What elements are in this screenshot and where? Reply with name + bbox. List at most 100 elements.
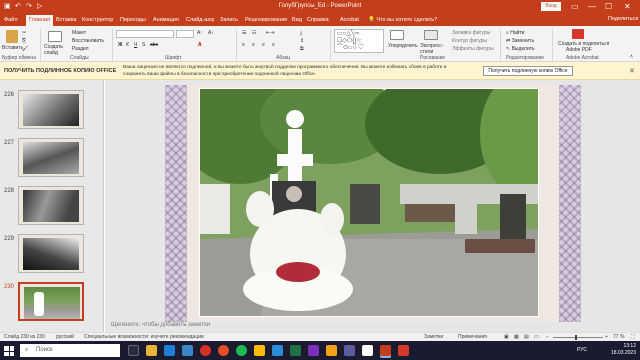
taskbar-search-input[interactable]: ⌕ Поиск — [20, 344, 120, 357]
reset-button[interactable]: Восстановить — [72, 38, 104, 44]
strikethrough-icon[interactable]: abc — [150, 42, 158, 48]
copy-icon[interactable]: ⎘ — [22, 38, 26, 44]
tab-transitions[interactable]: Переходы — [120, 16, 146, 25]
word-icon[interactable] — [272, 345, 283, 356]
font-name-combobox[interactable] — [116, 30, 174, 38]
find-button[interactable]: ⌕ Найти — [506, 30, 524, 36]
cut-icon[interactable]: ✂ — [22, 30, 26, 36]
font-size-combobox[interactable] — [176, 30, 194, 38]
tab-file[interactable]: Файл — [4, 16, 18, 25]
clock[interactable]: 13:12 18.03.2023 — [611, 343, 636, 357]
shape-outline-button[interactable]: Контур фигуры — [452, 38, 487, 44]
quick-styles-button[interactable]: Экспресс-стили — [420, 43, 448, 55]
notes-toggle[interactable]: Заметки — [424, 334, 443, 340]
section-button[interactable]: Раздел — [72, 46, 89, 52]
slide-thumbnail[interactable] — [18, 90, 84, 129]
powerpoint-icon[interactable] — [380, 345, 391, 356]
sign-in-button[interactable]: Вход — [541, 2, 561, 11]
shapes-gallery[interactable]: ▭○△╲⇨ ☐◇⬠{}☆ ⌒⬭⌂⇩♡ — [334, 29, 384, 53]
tab-home[interactable]: Главная — [26, 15, 53, 26]
arrange-icon[interactable] — [390, 30, 404, 40]
shadow-icon[interactable]: S — [142, 42, 145, 48]
slide-thumbnail-selected[interactable] — [18, 282, 84, 321]
zoom-out-icon[interactable]: − — [546, 334, 549, 340]
minimize-button[interactable]: — — [588, 2, 596, 11]
tab-insert[interactable]: Вставка — [56, 16, 76, 25]
decrease-font-icon[interactable]: A↓ — [208, 30, 214, 36]
slideshow-view-icon[interactable]: ▭ — [534, 334, 539, 340]
text-direction-icon[interactable]: ⤓ — [300, 30, 302, 36]
tab-acrobat[interactable]: Acrobat — [340, 16, 359, 25]
justify-icon[interactable]: ≡ — [272, 42, 275, 48]
maximize-button[interactable]: ☐ — [605, 2, 612, 11]
acrobat-icon[interactable] — [398, 345, 409, 356]
tab-help[interactable]: Справка — [307, 16, 329, 25]
numbering-icon[interactable]: ☷ — [252, 30, 256, 36]
share-button[interactable]: Поделиться — [608, 16, 638, 22]
close-button[interactable]: ✕ — [624, 2, 631, 11]
align-left-icon[interactable]: ≡ — [242, 42, 245, 48]
underline-icon[interactable]: Ч — [134, 42, 137, 48]
reading-view-icon[interactable]: ▤ — [524, 334, 529, 340]
slide-sorter-icon[interactable]: ▦ — [514, 334, 519, 340]
zoom-level[interactable]: 77 % — [613, 334, 624, 340]
notes-pane[interactable]: Щелкните, чтобы добавить заметки — [105, 320, 640, 332]
zoom-slider-thumb[interactable] — [575, 335, 577, 340]
select-button[interactable]: ↖ Выделить — [506, 46, 535, 52]
mail-icon[interactable] — [182, 345, 193, 356]
tab-view[interactable]: Вид — [292, 16, 302, 25]
opera-icon[interactable] — [218, 345, 229, 356]
slide-photo[interactable] — [199, 88, 539, 317]
bold-icon[interactable]: Ж — [118, 42, 123, 48]
increase-font-icon[interactable]: A↑ — [197, 30, 203, 36]
quick-styles-icon[interactable] — [424, 30, 438, 40]
current-slide[interactable] — [165, 85, 581, 322]
file-explorer-icon[interactable] — [146, 345, 157, 356]
replace-button[interactable]: ⇄ Заменить — [506, 38, 534, 44]
normal-view-icon[interactable]: ▣ — [504, 334, 509, 340]
slide-thumbnail[interactable] — [18, 138, 84, 177]
tab-review[interactable]: Рецензирование — [245, 16, 287, 25]
paste-icon[interactable] — [6, 30, 18, 43]
format-painter-icon[interactable]: 🖌 — [22, 46, 28, 52]
onenote-icon[interactable] — [308, 345, 319, 356]
paste-button[interactable]: Вставить — [2, 45, 23, 51]
get-genuine-office-button[interactable]: Получить подлинную копию Office — [483, 66, 573, 76]
zoom-slider[interactable] — [553, 337, 603, 338]
indent-icon[interactable]: ⇤⇥ — [266, 30, 274, 36]
teams-icon[interactable] — [344, 345, 355, 356]
align-text-icon[interactable]: ⇕ — [300, 38, 304, 44]
slide-thumbnail[interactable] — [18, 234, 84, 273]
smartart-icon[interactable]: ⧉ — [300, 46, 304, 52]
fit-slide-icon[interactable]: ⛶ — [631, 334, 635, 340]
font-color-icon[interactable]: A — [198, 42, 202, 48]
align-right-icon[interactable]: ≡ — [262, 42, 265, 48]
task-view-icon[interactable] — [128, 345, 139, 356]
excel-icon[interactable] — [290, 345, 301, 356]
chrome-icon[interactable] — [236, 345, 247, 356]
layout-button[interactable]: Макет — [72, 30, 86, 36]
yandex-browser-icon[interactable] — [200, 345, 211, 356]
notepad-icon[interactable] — [362, 345, 373, 356]
edge-browser-icon[interactable] — [164, 345, 175, 356]
new-slide-button[interactable]: Создать слайд — [44, 44, 68, 56]
bullets-icon[interactable]: ☰ — [242, 30, 246, 36]
accessibility-status[interactable]: Специальные возможности: изучите рекомен… — [84, 334, 204, 340]
collapse-ribbon-icon[interactable]: ˄ — [630, 54, 633, 60]
close-warning-icon[interactable]: ✕ — [629, 67, 635, 75]
italic-icon[interactable]: К — [126, 42, 129, 48]
tab-record[interactable]: Запись — [220, 16, 238, 25]
shape-effects-button[interactable]: Эффекты фигуры — [452, 46, 494, 52]
comments-toggle[interactable]: Примечания — [458, 334, 487, 340]
tab-animations[interactable]: Анимация — [153, 16, 179, 25]
windows-start-icon[interactable] — [4, 346, 14, 356]
tell-me-search[interactable]: 💡 Что вы хотите сделать? — [368, 16, 437, 25]
slide-thumbnail[interactable] — [18, 186, 84, 225]
new-slide-icon[interactable] — [48, 31, 62, 42]
tab-design[interactable]: Конструктор — [82, 16, 113, 25]
yandex-icon[interactable] — [254, 345, 265, 356]
arrange-button[interactable]: Упорядочить — [388, 43, 418, 49]
zoom-in-icon[interactable]: + — [605, 334, 608, 340]
acrobat-pdf-icon[interactable] — [572, 29, 584, 39]
ribbon-display-icon[interactable]: ▭ — [571, 2, 579, 11]
